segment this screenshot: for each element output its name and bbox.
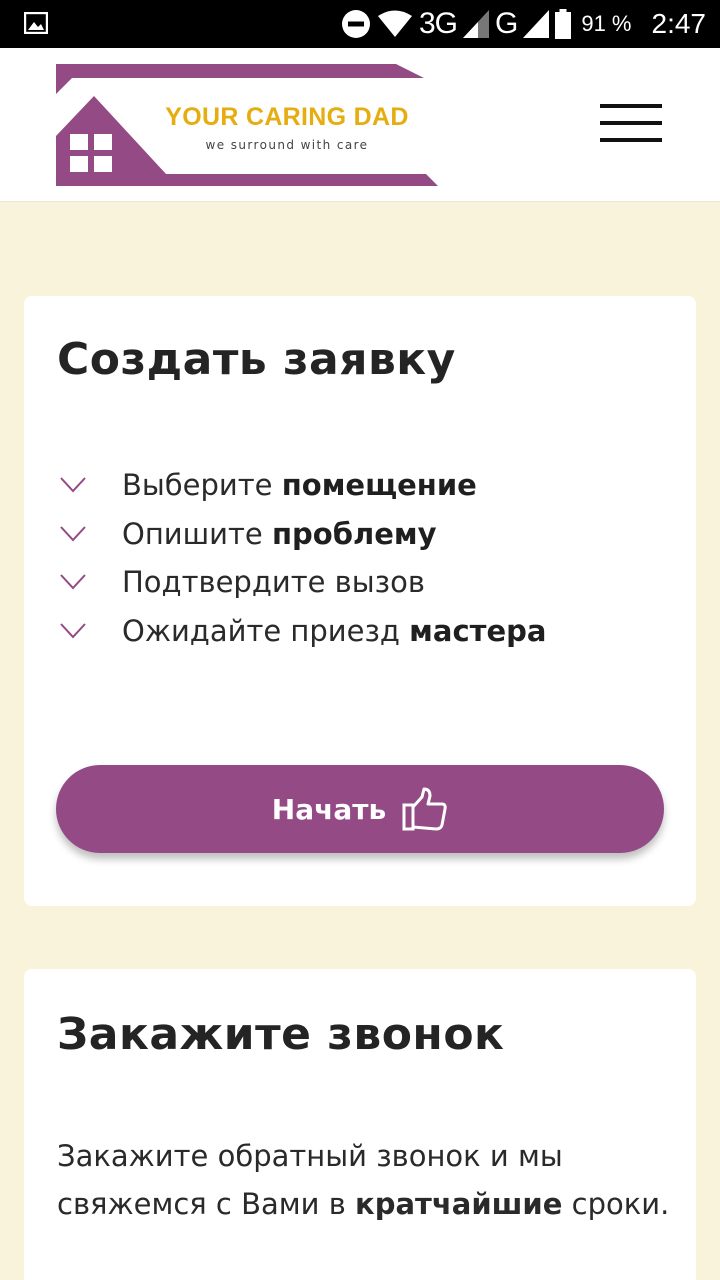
step-item: Подтвердите вызов [60, 558, 546, 607]
thumbs-up-icon [402, 787, 447, 831]
step-text: Подтвердите вызов [122, 565, 425, 600]
callback-title: Закажите звонок [57, 1009, 505, 1060]
signal-strength-icon [463, 10, 489, 38]
battery-icon [555, 9, 572, 39]
start-button-label: Начать [271, 792, 387, 826]
do-not-disturb-icon [341, 10, 370, 38]
logo-title: YOUR CARING DAD [165, 103, 409, 131]
step-item: Ожидайте приезд мастера [60, 607, 546, 656]
step-text: Ожидайте приезд мастера [122, 613, 547, 648]
chevron-down-icon [60, 477, 86, 493]
wifi-icon [377, 10, 412, 37]
clock: 2:47 [651, 8, 707, 39]
signal-strength-icon-2 [523, 10, 550, 38]
chevron-down-icon [60, 526, 86, 542]
start-button[interactable]: Начать [56, 765, 664, 853]
callback-description: Закажите обратный звонок и мы свяжемся с… [57, 1139, 670, 1221]
step-item: Выберите помещение [60, 461, 546, 510]
step-text: Опишите проблему [122, 516, 437, 551]
gallery-notification-icon [24, 12, 48, 34]
step-item: Опишите проблему [60, 510, 546, 559]
chevron-down-icon [60, 623, 86, 639]
steps-list: Выберите помещение Опишите проблему Подт… [60, 461, 546, 655]
create-request-title: Создать заявку [57, 334, 456, 385]
network-type-g: G [495, 7, 518, 40]
status-icons: 3G G 91 % 2:47 [341, 6, 706, 42]
logo[interactable]: YOUR CARING DAD we surround with care [56, 64, 440, 186]
create-request-card: Создать заявку Выберите помещение Опишит… [24, 296, 696, 906]
logo-tagline: we surround with care [205, 138, 369, 152]
network-type-3g: 3G [418, 7, 458, 40]
chevron-down-icon [60, 574, 86, 590]
callback-card: Закажите звонок Закажите обратный звонок… [24, 969, 696, 1280]
step-text: Выберите помещение [122, 468, 477, 503]
battery-percent: 91 % [581, 11, 632, 36]
status-bar: 3G G 91 % 2:47 [0, 0, 720, 48]
hamburger-menu-icon[interactable] [600, 104, 662, 144]
